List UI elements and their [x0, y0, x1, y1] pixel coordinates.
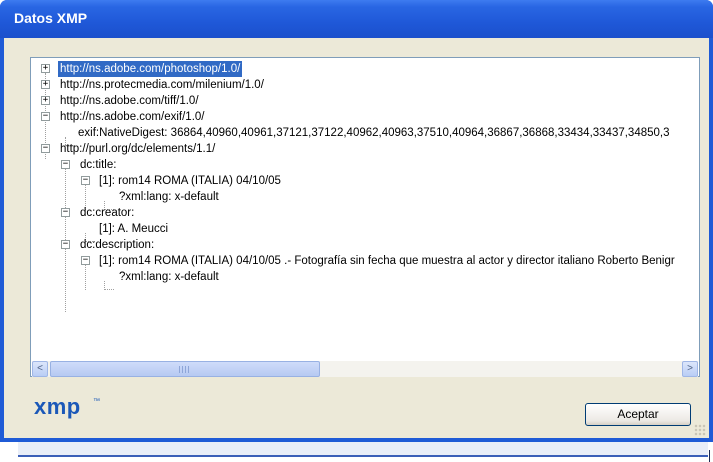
grip-icon: [179, 366, 191, 373]
xmp-tree-panel: + http://ns.adobe.com/photoshop/1.0/ + h…: [30, 57, 700, 377]
tree-node-label[interactable]: dc:creator:: [80, 205, 134, 221]
tree-node-label[interactable]: [1]: A. Meucci: [99, 221, 168, 237]
xmp-tree-view[interactable]: + http://ns.adobe.com/photoshop/1.0/ + h…: [32, 59, 698, 361]
tree-node-label[interactable]: exif:NativeDigest: 36864,40960,40961,371…: [78, 125, 670, 141]
collapse-icon[interactable]: −: [81, 256, 90, 265]
horizontal-scrollbar[interactable]: < >: [32, 361, 698, 377]
tree-node-label[interactable]: [1]: rom14 ROMA (ITALIA) 04/10/05: [99, 173, 281, 189]
tree-line: [85, 265, 86, 290]
title-bar[interactable]: Datos XMP: [0, 0, 713, 38]
scroll-right-button[interactable]: >: [682, 361, 698, 377]
collapse-icon[interactable]: −: [61, 208, 70, 217]
tree-node-label[interactable]: dc:description:: [80, 237, 154, 253]
tree-node-label[interactable]: ?xml:lang: x-default: [119, 269, 219, 285]
scroll-left-button[interactable]: <: [32, 361, 48, 377]
window-title: Datos XMP: [14, 10, 88, 26]
background-window-border: [709, 450, 710, 462]
collapse-icon[interactable]: −: [61, 160, 70, 169]
scrollbar-thumb[interactable]: [50, 361, 320, 377]
tree-node-label[interactable]: [1]: rom14 ROMA (ITALIA) 04/10/05 .- Fot…: [99, 253, 675, 269]
resize-grip-icon[interactable]: [694, 424, 706, 436]
xmp-logo: xmp: [34, 394, 81, 419]
ok-button[interactable]: Aceptar: [585, 403, 691, 426]
expand-icon[interactable]: +: [41, 64, 50, 73]
tree-node-label[interactable]: ?xml:lang: x-default: [119, 189, 219, 205]
tree-node-label[interactable]: http://ns.adobe.com/tiff/1.0/: [60, 93, 199, 109]
tree-node-label[interactable]: http://purl.org/dc/elements/1.1/: [60, 141, 215, 157]
trademark-mark: ™: [93, 398, 100, 405]
tree-node-label[interactable]: http://ns.adobe.com/exif/1.0/: [60, 109, 204, 125]
xmp-dialog: Datos XMP + http://ns.adobe.com/photosho…: [0, 0, 713, 442]
collapse-icon[interactable]: −: [81, 176, 90, 185]
tree-node-label[interactable]: http://ns.protecmedia.com/milenium/1.0/: [60, 77, 264, 93]
collapse-icon[interactable]: −: [41, 112, 50, 121]
expand-icon[interactable]: +: [41, 80, 50, 89]
background-window-edge: [18, 440, 708, 457]
collapse-icon[interactable]: −: [41, 144, 50, 153]
tree-line: [104, 289, 114, 290]
tree-node-label[interactable]: dc:title:: [80, 157, 116, 173]
tree-node-label[interactable]: http://ns.adobe.com/photoshop/1.0/: [58, 61, 243, 77]
collapse-icon[interactable]: −: [61, 240, 70, 249]
expand-icon[interactable]: +: [41, 96, 50, 105]
